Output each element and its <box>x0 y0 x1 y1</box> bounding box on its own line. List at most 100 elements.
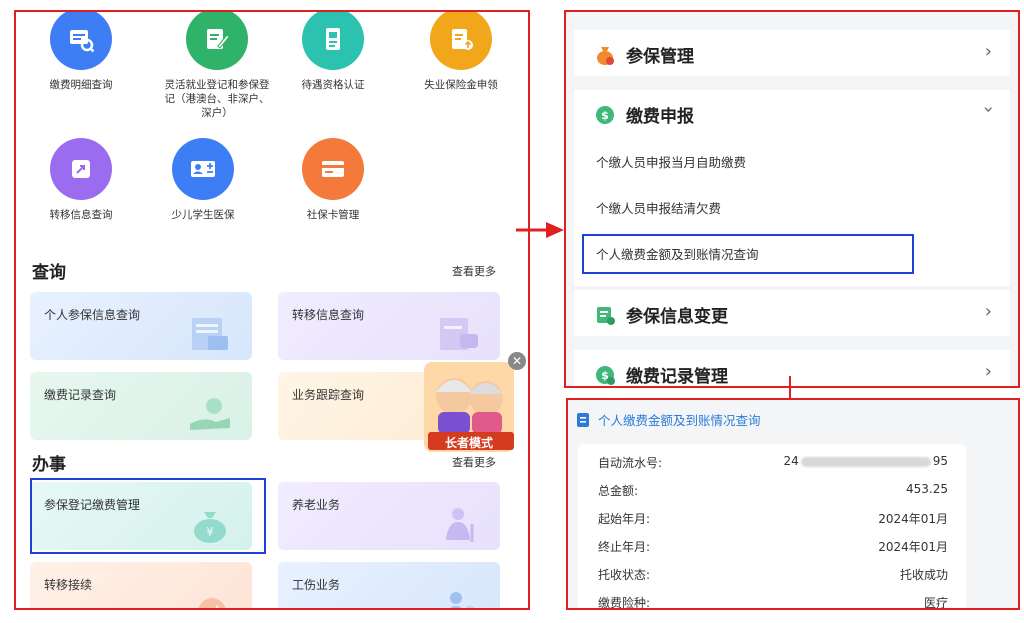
service-label: 待遇资格认证 <box>301 79 365 91</box>
card-personal-insurance-query[interactable]: 个人参保信息查询 <box>30 292 252 360</box>
row-key: 托收状态: <box>598 568 651 582</box>
highlight-box <box>30 478 266 554</box>
card-transfer-continuation[interactable]: 转移接续 <box>30 562 252 608</box>
row-key: 缴费险种: <box>598 596 651 610</box>
row-key: 自动流水号: <box>598 456 663 470</box>
row-total-amount: 总金额: 453.25 <box>598 482 948 499</box>
document-icon <box>577 412 589 427</box>
upload-doc-icon <box>430 12 492 70</box>
transfer-coin-icon <box>198 598 226 608</box>
row-value: 24 95 <box>783 454 948 468</box>
highlight-box <box>582 234 914 274</box>
query-section-title: 查询 <box>32 263 66 283</box>
card-label: 业务跟踪查询 <box>292 388 365 402</box>
accordion-insurance-management[interactable]: 参保管理 › <box>574 30 1010 76</box>
row-collection-status: 托收状态: 托收成功 <box>598 566 948 583</box>
row-insurance-type: 缴费险种: 医疗 <box>598 594 948 610</box>
row-value: 医疗 <box>923 596 948 610</box>
accordion-title: 缴费记录管理 <box>626 367 728 387</box>
affairs-see-more-link[interactable]: 查看更多 <box>452 454 496 470</box>
id-verify-icon <box>302 12 364 70</box>
redacted-block <box>800 456 931 467</box>
query-see-more-link[interactable]: 查看更多 <box>452 263 496 279</box>
info-change-icon <box>597 306 615 325</box>
chevron-right-icon: › <box>984 301 992 322</box>
card-work-injury-business[interactable]: 工伤业务 <box>278 562 500 608</box>
row-value: 2024年01月 <box>878 540 948 554</box>
sub-item-settle-arrears[interactable]: 个缴人员申报结清欠费 <box>596 198 721 217</box>
service-flexible-employment[interactable]: 灵活就业登记和参保登记（港澳台、非深户、深户） <box>152 12 282 120</box>
left-panel: 缴费明细查询 灵活就业登记和参保登记（港澳台、非深户、深户） 待遇资格认证 失业… <box>14 10 530 610</box>
right-top-panel: 参保管理 › $ 缴费申报 › 个缴人员申报当月自助缴费 个缴人员申报结清欠费 … <box>564 10 1020 388</box>
service-child-student-insurance[interactable]: 少儿学生医保 <box>138 138 268 222</box>
screenshot-stage: 缴费明细查询 灵活就业登记和参保登记（港澳台、非深户、深户） 待遇资格认证 失业… <box>0 0 1024 623</box>
add-person-card-icon <box>172 138 234 200</box>
card-label: 工伤业务 <box>292 578 341 592</box>
row-end-month: 终止年月: 2024年01月 <box>598 538 948 555</box>
card-payment-record-query[interactable]: 缴费记录查询 <box>30 372 252 440</box>
affairs-section-title: 办事 <box>32 455 66 475</box>
service-label: 失业保险金申领 <box>424 79 498 91</box>
result-card: 自动流水号: 24 95 总金额: 453.25 起始年月: 2024年01月 终… <box>578 444 966 610</box>
hand-coin-icon <box>190 398 230 430</box>
service-unemployment-claim[interactable]: 失业保险金申领 <box>396 12 526 92</box>
card-transfer-info-query[interactable]: 转移信息查询 <box>278 292 500 360</box>
service-payment-detail[interactable]: 缴费明细查询 <box>16 12 146 92</box>
card-label: 养老业务 <box>292 498 341 512</box>
right-bottom-panel: 个人缴费金额及到账情况查询 自动流水号: 24 95 总金额: 453.25 起始… <box>566 398 1020 610</box>
row-key: 总金额: <box>598 484 639 498</box>
service-qualification-cert[interactable]: 待遇资格认证 <box>268 12 398 92</box>
edit-form-icon <box>186 12 248 70</box>
card-label: 缴费记录查询 <box>44 388 117 402</box>
card-pension-business[interactable]: 养老业务 <box>278 482 500 550</box>
row-key: 终止年月: <box>598 540 651 554</box>
invoice-search-icon <box>50 12 112 70</box>
row-key: 起始年月: <box>598 512 651 526</box>
right-arrow-icon <box>516 222 564 238</box>
card-icon <box>302 138 364 200</box>
serial-suffix: 95 <box>932 454 948 468</box>
result-header-title: 个人缴费金额及到账情况查询 <box>598 413 761 428</box>
moneybag-icon <box>597 46 614 65</box>
accordion-header: 参保信息变更 <box>594 302 728 327</box>
row-serial-number: 自动流水号: 24 95 <box>598 454 948 471</box>
document-icon <box>192 318 228 350</box>
card-label: 转移信息查询 <box>292 308 365 322</box>
row-value: 2024年01月 <box>878 512 948 526</box>
accordion-header: 参保管理 <box>594 42 694 67</box>
card-label: 个人参保信息查询 <box>44 308 141 322</box>
elderly-person-icon <box>446 508 474 542</box>
chevron-right-icon: › <box>984 361 992 382</box>
service-label: 转移信息查询 <box>49 209 113 221</box>
service-label: 少儿学生医保 <box>171 209 235 221</box>
service-transfer-query[interactable]: 转移信息查询 <box>16 138 146 222</box>
accordion-title: 参保管理 <box>626 47 694 67</box>
serial-prefix: 24 <box>783 454 799 468</box>
service-social-card[interactable]: 社保卡管理 <box>268 138 398 222</box>
card-label: 转移接续 <box>44 578 93 592</box>
accordion-title: 参保信息变更 <box>626 307 728 327</box>
injury-person-icon <box>450 592 475 608</box>
accordion-insurance-info-change[interactable]: 参保信息变更 › <box>574 290 1010 336</box>
payment-record-icon: $ <box>596 365 615 385</box>
service-label: 缴费明细查询 <box>49 79 113 91</box>
row-start-month: 起始年月: 2024年01月 <box>598 510 948 527</box>
row-value: 453.25 <box>906 482 948 496</box>
accordion-header: $ 缴费申报 <box>594 102 694 127</box>
elder-mode-badge[interactable]: 长者模式 ✕ <box>424 352 526 454</box>
payment-declare-icon: $ <box>596 105 614 124</box>
accordion-title: 缴费申报 <box>626 107 694 127</box>
accordion-header: $ 缴费记录管理 <box>594 362 728 387</box>
elder-mode-label: 长者模式 <box>444 436 493 450</box>
service-label: 灵活就业登记和参保登记（港澳台、非深户、深户） <box>164 79 270 119</box>
result-header: 个人缴费金额及到账情况查询 <box>576 410 761 429</box>
chevron-down-icon: › <box>977 105 999 114</box>
service-label: 社保卡管理 <box>306 209 360 221</box>
transfer-doc-icon <box>440 318 478 350</box>
chevron-right-icon: › <box>984 41 992 62</box>
close-icon[interactable]: ✕ <box>508 352 526 370</box>
svg-text:$: $ <box>601 109 609 122</box>
transfer-icon <box>50 138 112 200</box>
sub-item-monthly-self-payment[interactable]: 个缴人员申报当月自助缴费 <box>596 152 746 171</box>
row-value: 托收成功 <box>899 568 948 582</box>
